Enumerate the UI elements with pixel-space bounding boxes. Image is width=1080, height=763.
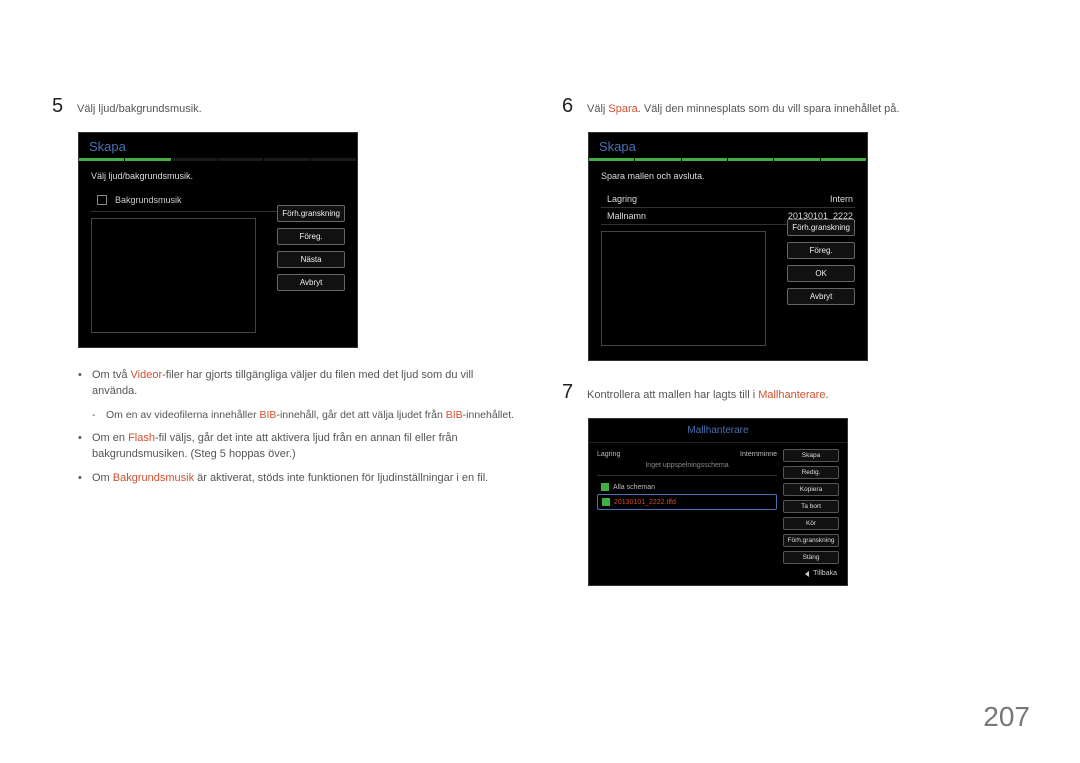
step-5: 5 Välj ljud/bakgrundsmusik. bbox=[50, 95, 520, 118]
step-number: 7 bbox=[560, 381, 575, 404]
storage-label: Lagring bbox=[607, 194, 637, 204]
note-item: Om Bakgrundsmusik är aktiverat, stöds in… bbox=[78, 471, 520, 487]
step-text: Kontrollera att mallen har lagts till i … bbox=[587, 388, 1030, 403]
preview-button[interactable]: Förh.granskning bbox=[277, 205, 345, 222]
mgr-copy-button[interactable]: Kopiera bbox=[783, 483, 839, 496]
schedule-icon bbox=[601, 483, 609, 491]
page-number: 207 bbox=[983, 701, 1030, 733]
next-button[interactable]: Nästa bbox=[277, 251, 345, 268]
name-label: Mallnamn bbox=[607, 211, 646, 221]
screen-instruction: Välj ljud/bakgrundsmusik. bbox=[91, 171, 345, 181]
step-number: 5 bbox=[50, 95, 65, 118]
template-manager-screen: Mallhanterare Lagring Internminne Inget … bbox=[588, 418, 848, 586]
note-subitem: Om en av videofilerna innehåller BIB-inn… bbox=[78, 408, 520, 423]
back-icon bbox=[805, 571, 809, 577]
storage-value: Intern bbox=[830, 194, 853, 204]
step-6: 6 Välj Spara. Välj den minnesplats som d… bbox=[560, 95, 1030, 118]
mgr-close-button[interactable]: Stäng bbox=[783, 551, 839, 564]
mgr-back-button[interactable]: Tillbaka bbox=[589, 564, 847, 577]
create-screen-save: Skapa Spara mallen och avsluta. Lagring … bbox=[588, 132, 868, 361]
mgr-storage-label: Lagring bbox=[597, 451, 620, 458]
screen-instruction: Spara mallen och avsluta. bbox=[601, 171, 855, 181]
step-text: Välj Spara. Välj den minnesplats som du … bbox=[587, 102, 1030, 117]
prev-button[interactable]: Föreg. bbox=[277, 228, 345, 245]
mgr-storage-value: Internminne bbox=[740, 451, 777, 458]
mgr-delete-button[interactable]: Ta bort bbox=[783, 500, 839, 513]
mgr-edit-button[interactable]: Redig. bbox=[783, 466, 839, 479]
preview-area bbox=[601, 231, 766, 346]
screen-title: Skapa bbox=[79, 133, 357, 158]
create-screen-audio: Skapa Välj ljud/bakgrundsmusik. Bakgrund… bbox=[78, 132, 358, 348]
storage-row[interactable]: Lagring Intern bbox=[601, 191, 855, 208]
mgr-storage-row: Lagring Internminne bbox=[597, 449, 777, 460]
mgr-title: Mallhanterare bbox=[589, 419, 847, 443]
back-label: Tillbaka bbox=[813, 570, 837, 577]
prev-button[interactable]: Föreg. bbox=[787, 242, 855, 259]
mgr-row-file[interactable]: 20130101_2222.tlfd bbox=[597, 494, 777, 510]
mgr-row-all[interactable]: Alla scheman bbox=[597, 480, 777, 494]
mgr-preview-button[interactable]: Förh.granskning bbox=[783, 534, 839, 547]
screen-title: Skapa bbox=[589, 133, 867, 158]
checkbox-icon[interactable] bbox=[97, 195, 107, 205]
cancel-button[interactable]: Avbryt bbox=[787, 288, 855, 305]
mgr-run-button[interactable]: Kör bbox=[783, 517, 839, 530]
preview-area bbox=[91, 218, 256, 333]
preview-button[interactable]: Förh.granskning bbox=[787, 219, 855, 236]
ok-button[interactable]: OK bbox=[787, 265, 855, 282]
mgr-subtitle: Inget uppspelningsschema bbox=[597, 460, 777, 476]
schedule-icon bbox=[602, 498, 610, 506]
step-text: Välj ljud/bakgrundsmusik. bbox=[77, 102, 520, 117]
note-item: Om två Videor-filer har gjorts tillgängl… bbox=[78, 368, 520, 400]
cancel-button[interactable]: Avbryt bbox=[277, 274, 345, 291]
mgr-row-label: Alla scheman bbox=[613, 484, 655, 491]
mgr-create-button[interactable]: Skapa bbox=[783, 449, 839, 462]
checkbox-label: Bakgrundsmusik bbox=[115, 195, 182, 205]
notes-list: Om två Videor-filer har gjorts tillgängl… bbox=[78, 368, 520, 487]
note-item: Om en Flash-fil väljs, går det inte att … bbox=[78, 431, 520, 463]
mgr-row-filename: 20130101_2222.tlfd bbox=[614, 499, 676, 506]
step-7: 7 Kontrollera att mallen har lagts till … bbox=[560, 381, 1030, 404]
step-number: 6 bbox=[560, 95, 575, 118]
